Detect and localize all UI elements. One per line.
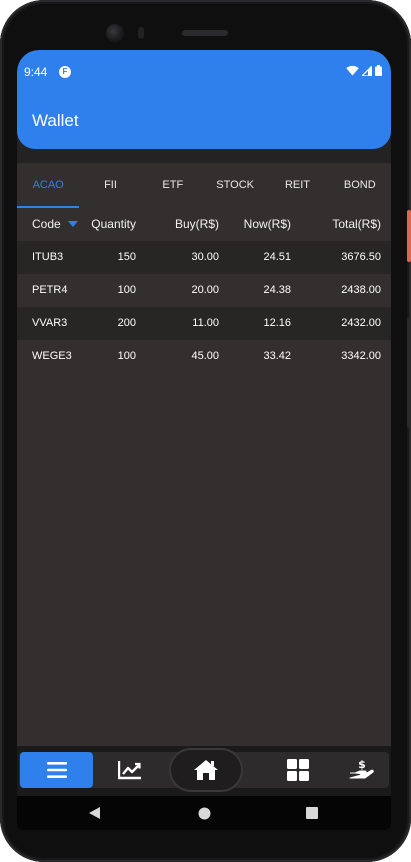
table-row[interactable]: VVAR3 200 11.00 12.16 2432.00 — [17, 307, 391, 340]
status-icons — [346, 65, 382, 76]
tab-acao[interactable]: ACAO — [17, 163, 80, 208]
cell-total: 3342.00 — [341, 350, 381, 362]
cell-code: WEGE3 — [32, 350, 72, 362]
nav-grid-button[interactable] — [261, 752, 335, 788]
list-icon — [46, 762, 67, 778]
wifi-icon — [346, 65, 359, 76]
column-header-buy[interactable]: Buy(R$) — [175, 208, 219, 241]
column-header-now[interactable]: Now(R$) — [244, 208, 291, 241]
recents-icon — [306, 807, 318, 819]
recents-button[interactable] — [295, 796, 329, 830]
status-time: 9:44 — [24, 65, 48, 79]
page-title: Wallet — [32, 111, 79, 130]
cell-total: 2438.00 — [341, 284, 381, 296]
app-bar: 9:44 F Wallet — [17, 50, 391, 149]
cell-now: 12.16 — [263, 317, 291, 329]
cell-quantity: 100 — [117, 284, 136, 296]
column-header-code[interactable]: Code — [32, 208, 61, 241]
app-notification-icon: F — [59, 66, 71, 78]
cell-total: 2432.00 — [341, 317, 381, 329]
cell-code: VVAR3 — [32, 317, 68, 329]
cell-buy: 20.00 — [191, 284, 219, 296]
bottom-navigation: $ — [17, 746, 391, 796]
cell-quantity: 200 — [117, 317, 136, 329]
earpiece-speaker — [182, 30, 228, 36]
column-header-total[interactable]: Total(R$) — [332, 208, 381, 241]
column-header-quantity[interactable]: Quantity — [91, 208, 136, 241]
home-circle-icon — [198, 807, 210, 819]
volume-button[interactable] — [407, 318, 411, 428]
cell-code: PETR4 — [32, 284, 68, 296]
grid-icon — [287, 759, 309, 781]
hand-dollar-icon: $ — [349, 758, 374, 779]
battery-icon — [375, 65, 382, 76]
nav-list-button[interactable] — [20, 752, 93, 788]
screen: 9:44 F Wallet ACAO FII ETF STOCK REIT BO… — [17, 50, 391, 830]
cell-buy: 30.00 — [191, 251, 219, 263]
tab-reit[interactable]: REIT — [266, 163, 328, 208]
cell-now: 33.42 — [263, 350, 291, 362]
tab-bond[interactable]: BOND — [329, 163, 391, 208]
nav-home-button[interactable] — [169, 748, 243, 792]
svg-text:$: $ — [358, 758, 366, 771]
camera-icon — [106, 24, 124, 42]
phone-frame: 9:44 F Wallet ACAO FII ETF STOCK REIT BO… — [0, 0, 411, 862]
power-button[interactable] — [407, 210, 411, 262]
bottom-navigation-track: $ — [19, 748, 389, 792]
status-bar: 9:44 F — [17, 64, 391, 80]
cell-quantity: 150 — [117, 251, 136, 263]
signal-icon — [362, 65, 372, 76]
table-row[interactable]: PETR4 100 20.00 24.38 2438.00 — [17, 274, 391, 307]
tab-fii[interactable]: FII — [79, 163, 141, 208]
cell-buy: 11.00 — [192, 317, 219, 329]
cell-total: 3676.50 — [341, 251, 381, 263]
sensor — [138, 27, 144, 39]
system-navigation-bar — [17, 796, 391, 830]
chart-line-icon — [118, 761, 141, 780]
nav-chart-button[interactable] — [93, 752, 167, 788]
home-icon — [194, 760, 218, 780]
system-home-button[interactable] — [187, 796, 221, 830]
caret-down-icon[interactable] — [68, 221, 78, 227]
cell-quantity: 100 — [117, 350, 136, 362]
back-button[interactable] — [77, 796, 111, 830]
table-row[interactable]: WEGE3 100 45.00 33.42 3342.00 — [17, 340, 391, 373]
table-row[interactable]: ITUB3 150 30.00 24.51 3676.50 — [17, 241, 391, 274]
back-icon — [88, 807, 100, 819]
tab-etf[interactable]: ETF — [142, 163, 204, 208]
cell-buy: 45.00 — [191, 350, 219, 362]
tab-bar: ACAO FII ETF STOCK REIT BOND — [17, 163, 391, 208]
cell-now: 24.51 — [263, 251, 291, 263]
nav-finance-button[interactable]: $ — [335, 752, 389, 788]
table-header: Code Quantity Buy(R$) Now(R$) Total(R$) — [17, 208, 391, 241]
wallet-content: ACAO FII ETF STOCK REIT BOND Code Quanti… — [17, 163, 391, 746]
tab-stock[interactable]: STOCK — [204, 163, 266, 208]
cell-now: 24.38 — [263, 284, 291, 296]
cell-code: ITUB3 — [32, 251, 64, 263]
